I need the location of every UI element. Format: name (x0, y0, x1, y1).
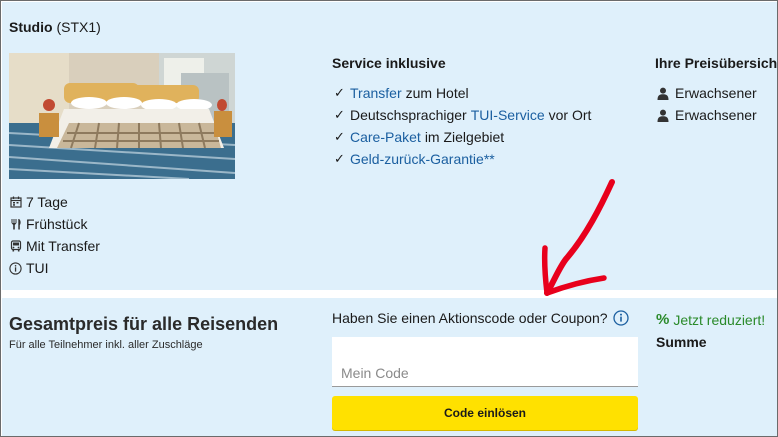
checkmark-icon: ✓ (334, 129, 345, 144)
total-price-title: Gesamtpreis für alle Reisenden (9, 314, 279, 334)
feature-duration-label: 7 Tage (26, 194, 68, 210)
person-row: Erwachsener (657, 104, 757, 126)
service-title: Service inklusive (332, 55, 446, 71)
cutlery-icon (9, 218, 22, 231)
room-photo (9, 53, 235, 179)
service-item: ✓ Care-Paket im Zielgebiet (334, 126, 591, 148)
feature-operator-label: TUI (26, 260, 49, 276)
person-icon (657, 109, 669, 122)
service-link-tui-service[interactable]: TUI-Service (471, 107, 545, 123)
sum-label: Summe (656, 334, 707, 350)
person-row: Erwachsener (657, 82, 757, 104)
bus-icon (9, 240, 22, 253)
service-item-text: Deutschsprachiger (350, 107, 467, 123)
person-label: Erwachsener (675, 85, 757, 101)
price-overview-persons: Erwachsener Erwachsener (657, 82, 757, 126)
feature-meals: Frühstück (9, 213, 100, 235)
coupon-question-text: Haben Sie einen Aktionscode oder Coupon? (332, 310, 608, 326)
feature-meals-label: Frühstück (26, 216, 88, 232)
info-icon[interactable] (612, 310, 629, 326)
calendar-icon (9, 196, 22, 209)
service-list: ✓ Transfer zum Hotel ✓ Deutschsprachiger… (334, 82, 591, 170)
hotel-room-image (9, 53, 235, 179)
reduced-label: Jetzt reduziert! (673, 311, 766, 328)
service-link-money-back[interactable]: Geld-zurück-Garantie** (350, 151, 495, 167)
service-item-text: im Zielgebiet (424, 129, 505, 145)
total-price-subtitle: Für alle Teilnehmer inkl. aller Zuschläg… (9, 339, 203, 351)
booking-frame: Studio (STX1) 7 Tage Frühstück Mit Trans… (0, 0, 778, 437)
service-item: ✓ Transfer zum Hotel (334, 82, 591, 104)
price-overview-title: Ihre Preisübersicht (655, 55, 778, 71)
person-label: Erwachsener (675, 107, 757, 123)
coupon-code-input[interactable] (332, 337, 638, 387)
room-features: 7 Tage Frühstück Mit Transfer TUI (9, 191, 100, 279)
room-code: (STX1) (56, 19, 101, 35)
service-item: ✓ Deutschsprachiger TUI-Service vor Ort (334, 104, 591, 126)
feature-operator: TUI (9, 257, 100, 279)
room-name: Studio (9, 19, 53, 35)
room-title: Studio (STX1) (9, 19, 101, 35)
info-icon[interactable] (9, 261, 22, 275)
service-item: ✓ Geld-zurück-Garantie** (334, 148, 591, 170)
checkmark-icon: ✓ (334, 151, 345, 166)
service-item-text: zum Hotel (405, 85, 469, 101)
checkmark-icon: ✓ (334, 107, 345, 122)
reduced-badge: % Jetzt reduziert! (656, 311, 765, 328)
feature-duration: 7 Tage (9, 191, 100, 213)
feature-transfer-label: Mit Transfer (26, 238, 100, 254)
percent-icon: % (656, 311, 670, 328)
service-link-transfer[interactable]: Transfer (350, 85, 402, 101)
checkmark-icon: ✓ (334, 85, 345, 100)
feature-transfer: Mit Transfer (9, 235, 100, 257)
person-icon (657, 87, 669, 100)
coupon-question: Haben Sie einen Aktionscode oder Coupon? (332, 310, 629, 326)
redeem-code-button[interactable]: Code einlösen (332, 396, 638, 430)
service-link-care-paket[interactable]: Care-Paket (350, 129, 421, 145)
service-item-text: vor Ort (548, 107, 592, 123)
